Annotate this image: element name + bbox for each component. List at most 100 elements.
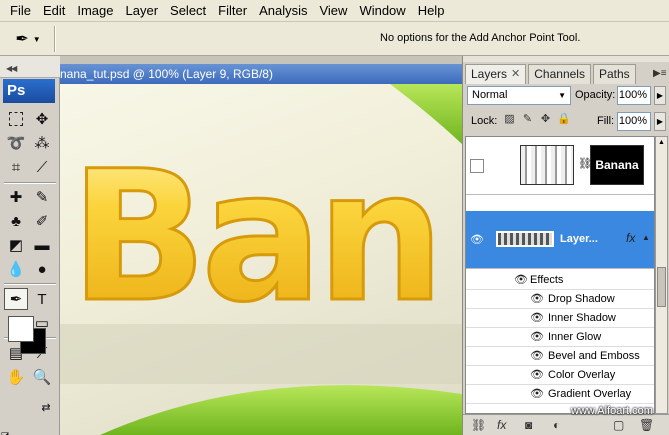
panel-menu-icon[interactable]: ▶≡ — [653, 68, 667, 79]
chevron-down-icon: ▼ — [558, 91, 566, 100]
fill-input[interactable]: 100% — [617, 112, 651, 131]
layers-panel: Layers ✕ Channels Paths ▶≡ Normal ▼ Opac… — [462, 56, 669, 435]
opacity-label: Opacity: — [575, 89, 616, 101]
eye-icon[interactable]: 👁 — [530, 309, 544, 328]
new-layer-icon[interactable]: ▢ — [613, 418, 624, 432]
blur-tool-icon[interactable]: 💧 — [4, 258, 28, 280]
menu-edit[interactable]: Edit — [37, 0, 71, 22]
document-title[interactable]: nana_tut.psd @ 100% (Layer 9, RGB/8) — [60, 64, 462, 84]
effect-label: Gradient Overlay — [548, 388, 632, 400]
scroll-thumb[interactable] — [657, 267, 666, 307]
hand-tool-icon[interactable]: ✋ — [4, 366, 28, 388]
slice-tool-icon[interactable]: ⟋ — [30, 156, 54, 178]
blend-mode-select[interactable]: Normal ▼ — [467, 86, 571, 105]
zoom-tool-icon[interactable]: 🔍 — [30, 366, 54, 388]
fill-slider-button[interactable]: ▶ — [654, 112, 666, 131]
panel-top-strip — [463, 56, 669, 62]
menu-image[interactable]: Image — [71, 0, 119, 22]
effect-item[interactable]: 👁 Inner Shadow — [466, 309, 654, 328]
lock-image-icon[interactable]: ✎ — [521, 113, 534, 126]
menu-help[interactable]: Help — [412, 0, 451, 22]
lock-transparency-icon[interactable]: ▨ — [503, 113, 516, 126]
pen-tool-icon[interactable]: ✒ — [4, 288, 28, 310]
lasso-tool-icon[interactable]: ➰ — [4, 132, 28, 154]
effect-item[interactable]: 👁 Color Overlay — [466, 366, 654, 385]
layer-thumbnail — [520, 145, 574, 185]
tab-paths[interactable]: Paths — [592, 64, 636, 84]
effect-label: Inner Shadow — [548, 312, 616, 324]
menu-file[interactable]: File — [4, 0, 37, 22]
eye-icon[interactable]: 👁 — [530, 347, 544, 366]
swap-colors-icon[interactable]: ⇄ — [34, 396, 58, 418]
add-mask-icon[interactable]: ◙ — [525, 418, 532, 432]
menu-window[interactable]: Window — [353, 0, 411, 22]
eraser-tool-icon[interactable]: ◩ — [4, 234, 28, 256]
tab-layers[interactable]: Layers ✕ — [465, 64, 527, 84]
type-tool-icon[interactable]: T — [30, 288, 54, 310]
dodge-tool-icon[interactable]: ● — [30, 258, 54, 280]
expand-arrow-icon[interactable]: ▲ — [642, 233, 650, 242]
default-colors-icon[interactable]: ◪ — [0, 424, 10, 435]
eye-icon[interactable]: 👁 — [470, 233, 484, 246]
history-brush-icon[interactable]: ✐ — [30, 210, 54, 232]
panel-bottom-bar: ⛓ fx ◙ ◐ ▢ 🗑 — [463, 414, 669, 435]
layer-name[interactable]: Layer... — [560, 233, 598, 245]
menu-filter[interactable]: Filter — [212, 0, 253, 22]
canvas[interactable]: Ban — [60, 84, 462, 435]
watermark: www.Alfoart.com — [571, 405, 653, 417]
gradient-tool-icon[interactable]: ▬ — [30, 234, 54, 256]
effect-item[interactable]: 👁 Inner Glow — [466, 328, 654, 347]
scroll-up-icon[interactable]: ▲ — [656, 137, 667, 149]
options-separator — [54, 26, 56, 52]
eye-icon[interactable]: 👁 — [530, 290, 544, 309]
lock-all-icon[interactable]: 🔒 — [557, 113, 571, 126]
green-leaf-bottom — [100, 385, 462, 435]
eye-icon[interactable]: 👁 — [514, 271, 528, 290]
menu-analysis[interactable]: Analysis — [253, 0, 313, 22]
crop-tool-icon[interactable] — [4, 156, 28, 178]
layers-scrollbar[interactable]: ▲ — [655, 136, 668, 414]
link-layers-icon[interactable]: ⛓ — [471, 418, 486, 432]
adjustment-layer-icon[interactable]: ◐ — [553, 418, 560, 432]
effect-label: Bevel and Emboss — [548, 350, 640, 362]
lock-position-icon[interactable]: ✥ — [539, 113, 552, 126]
menu-bar: File Edit Image Layer Select Filter Anal… — [0, 0, 669, 22]
eye-icon[interactable]: 👁 — [530, 328, 544, 347]
opacity-input[interactable]: 100% — [617, 86, 651, 105]
add-style-icon[interactable]: fx — [497, 418, 506, 432]
effect-item[interactable]: 👁 Drop Shadow — [466, 290, 654, 309]
delete-layer-icon[interactable]: 🗑 — [639, 418, 654, 432]
foreground-color-swatch[interactable] — [8, 316, 34, 342]
move-tool-icon[interactable]: ✥ — [30, 108, 54, 130]
effect-item[interactable]: 👁 Gradient Overlay — [466, 385, 654, 404]
effect-item[interactable]: 👁 Bevel and Emboss — [466, 347, 654, 366]
document-window: nana_tut.psd @ 100% (Layer 9, RGB/8) Ban — [60, 56, 462, 435]
eye-icon[interactable]: 👁 — [530, 366, 544, 385]
tab-layers-label: Layers — [471, 67, 508, 81]
fx-icon[interactable]: fx — [626, 231, 635, 245]
healing-brush-icon[interactable]: ✚ — [4, 186, 28, 208]
tab-channels[interactable]: Channels — [528, 64, 591, 84]
chevron-down-icon: ▼ — [32, 34, 41, 44]
visibility-toggle[interactable] — [470, 159, 484, 173]
menu-view[interactable]: View — [313, 0, 353, 22]
layer-row[interactable]: ⛓ Banana — [466, 137, 654, 195]
layer-row-selected[interactable]: 👁 Layer... fx ▲ — [466, 211, 654, 269]
layer-thumbnail — [496, 231, 554, 247]
tab-channels-label: Channels — [534, 67, 585, 81]
layers-list: ⛓ Banana 👁 Layer... fx ▲ 👁 Effects 👁 Dro… — [465, 136, 655, 414]
toolbox-header[interactable]: ◀◀ — [0, 56, 60, 78]
clone-stamp-icon[interactable]: ♣ — [4, 210, 28, 232]
tool-preset-picker[interactable]: ✒ ▼ — [6, 25, 50, 53]
fill-label: Fill: — [597, 115, 615, 127]
marquee-tool-icon[interactable] — [4, 108, 28, 130]
menu-select[interactable]: Select — [164, 0, 212, 22]
eye-icon[interactable]: 👁 — [530, 385, 544, 404]
opacity-slider-button[interactable]: ▶ — [654, 86, 666, 105]
close-icon[interactable]: ✕ — [511, 65, 520, 84]
effects-group[interactable]: 👁 Effects — [466, 271, 654, 290]
brush-tool-icon[interactable]: ✎ — [30, 186, 54, 208]
toolbox-grip-icon: ◀◀ — [6, 64, 17, 73]
menu-layer[interactable]: Layer — [120, 0, 165, 22]
magic-wand-tool-icon[interactable]: ⁂ — [30, 132, 54, 154]
